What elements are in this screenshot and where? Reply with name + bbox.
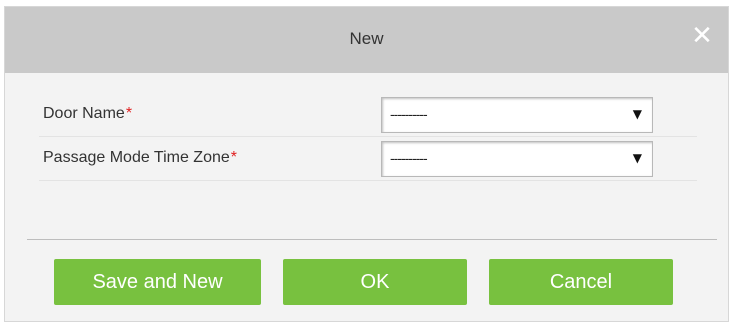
ok-button[interactable]: OK — [283, 259, 467, 305]
save-and-new-button[interactable]: Save and New — [54, 259, 261, 305]
dropdown-arrow-icon: ▼ — [632, 107, 642, 121]
new-dialog: New ✕ Door Name* ---------- ▼ Passage Mo… — [4, 6, 729, 322]
dropdown-arrow-icon: ▼ — [632, 151, 642, 165]
dialog-title: New — [349, 29, 384, 48]
door-name-label: Door Name* — [43, 105, 132, 123]
passage-mode-time-zone-select-value: ---------- — [390, 150, 428, 166]
door-name-select[interactable]: ---------- ▼ — [381, 97, 653, 133]
footer-divider — [27, 239, 717, 240]
dialog-titlebar: New ✕ — [5, 7, 728, 73]
passage-mode-time-zone-label: Passage Mode Time Zone* — [43, 149, 237, 167]
door-name-select-value: ---------- — [390, 106, 428, 122]
door-name-label-text: Door Name — [43, 105, 125, 122]
required-asterisk: * — [230, 149, 237, 166]
required-asterisk: * — [125, 105, 133, 122]
passage-mode-time-zone-label-text: Passage Mode Time Zone — [43, 149, 230, 166]
close-icon[interactable]: ✕ — [690, 23, 714, 49]
form-row-passage-mode-time-zone: Passage Mode Time Zone* ---------- ▼ — [39, 138, 697, 181]
passage-mode-time-zone-select[interactable]: ---------- ▼ — [381, 141, 653, 177]
form-row-door-name: Door Name* ---------- ▼ — [39, 94, 697, 137]
cancel-button[interactable]: Cancel — [489, 259, 673, 305]
